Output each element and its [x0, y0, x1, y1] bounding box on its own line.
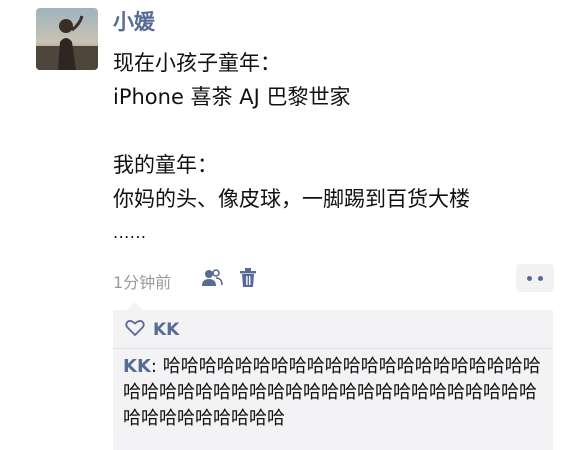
comment-text: 哈哈哈哈哈哈哈哈哈哈哈哈哈哈哈哈哈哈哈哈哈哈哈哈哈哈哈哈哈哈哈哈哈哈哈哈哈哈哈哈…	[123, 356, 541, 429]
post-meta-row: 1分钟前	[113, 264, 554, 294]
divider	[113, 348, 553, 349]
post-line: 现在小孩子童年：	[113, 51, 281, 75]
post-line: ......	[113, 223, 147, 242]
heart-outline-icon	[125, 319, 145, 341]
trash-icon[interactable]	[239, 268, 257, 292]
post-line: 你妈的头、像皮球，一脚踢到百货大楼	[113, 187, 470, 211]
avatar-image	[36, 8, 98, 70]
post-text: 现在小孩子童年： iPhone 喜茶 AJ 巴黎世家 我的童年： 你妈的头、像皮…	[113, 46, 563, 250]
likes-row: KK	[125, 319, 179, 341]
post-timestamp: 1分钟前	[113, 273, 172, 292]
comment-author[interactable]: KK	[123, 356, 151, 377]
post-line: iPhone 喜茶 AJ 巴黎世家	[113, 85, 351, 109]
more-dots-icon[interactable]	[516, 264, 554, 292]
post-line: 我的童年：	[113, 153, 218, 177]
post-author-name[interactable]: 小媛	[113, 6, 155, 36]
avatar[interactable]	[36, 8, 98, 70]
people-icon[interactable]	[201, 268, 223, 292]
comment[interactable]: KK: 哈哈哈哈哈哈哈哈哈哈哈哈哈哈哈哈哈哈哈哈哈哈哈哈哈哈哈哈哈哈哈哈哈哈哈哈…	[123, 354, 549, 432]
comment-separator: :	[150, 356, 163, 377]
liker-name[interactable]: KK	[153, 320, 179, 340]
post-line-blank	[113, 114, 563, 148]
interaction-panel: KK KK: 哈哈哈哈哈哈哈哈哈哈哈哈哈哈哈哈哈哈哈哈哈哈哈哈哈哈哈哈哈哈哈哈哈…	[113, 302, 553, 450]
